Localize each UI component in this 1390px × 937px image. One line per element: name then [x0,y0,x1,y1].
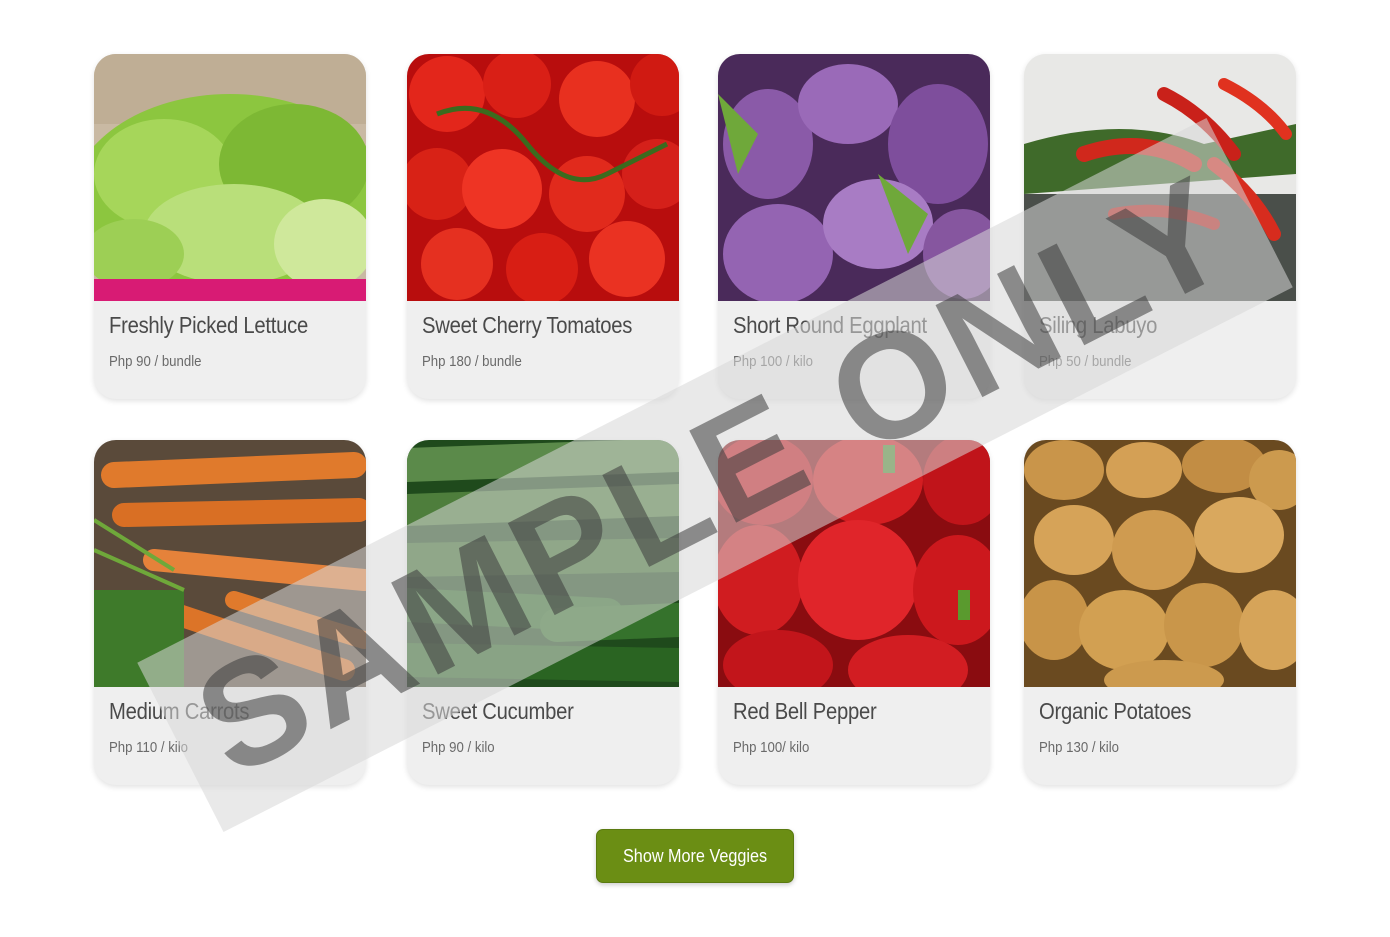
product-card-chili[interactable]: Siling Labuyo Php 50 / bundle [1024,54,1296,399]
product-card-cucumber[interactable]: Sweet Cucumber Php 90 / kilo [407,440,679,785]
product-card-lettuce[interactable]: Freshly Picked Lettuce Php 90 / bundle [94,54,366,399]
product-name: Siling Labuyo [1039,312,1158,338]
product-price: Php 100 / kilo [733,353,813,370]
product-price: Php 90 / bundle [109,353,202,370]
bell-pepper-photo [718,440,990,687]
product-card-carrots[interactable]: Medium Carrots Php 110 / kilo [94,440,366,785]
product-name: Freshly Picked Lettuce [109,312,308,338]
product-name: Short Round Eggplant [733,312,927,338]
product-grid: Freshly Picked Lettuce Php 90 / bundle S… [0,0,1390,937]
product-card-tomatoes[interactable]: Sweet Cherry Tomatoes Php 180 / bundle [407,54,679,399]
cucumber-photo [407,440,679,687]
eggplant-photo [718,54,990,301]
product-price: Php 50 / bundle [1039,353,1132,370]
product-name: Sweet Cucumber [422,698,574,724]
product-card-potatoes[interactable]: Organic Potatoes Php 130 / kilo [1024,440,1296,785]
product-name: Red Bell Pepper [733,698,877,724]
potatoes-photo [1024,440,1296,687]
product-price: Php 180 / bundle [422,353,522,370]
carrots-photo [94,440,366,687]
lettuce-photo [94,54,366,301]
product-name: Medium Carrots [109,698,250,724]
product-price: Php 130 / kilo [1039,739,1119,756]
product-price: Php 90 / kilo [422,739,495,756]
show-more-button[interactable]: Show More Veggies [596,829,794,883]
product-name: Organic Potatoes [1039,698,1192,724]
product-card-bell-pepper[interactable]: Red Bell Pepper Php 100/ kilo [718,440,990,785]
product-card-eggplant[interactable]: Short Round Eggplant Php 100 / kilo [718,54,990,399]
product-price: Php 110 / kilo [109,739,189,756]
show-more-label: Show More Veggies [622,845,768,866]
product-price: Php 100/ kilo [733,739,810,756]
product-name: Sweet Cherry Tomatoes [422,312,633,338]
tomatoes-photo [407,54,679,301]
chili-photo [1024,54,1296,301]
